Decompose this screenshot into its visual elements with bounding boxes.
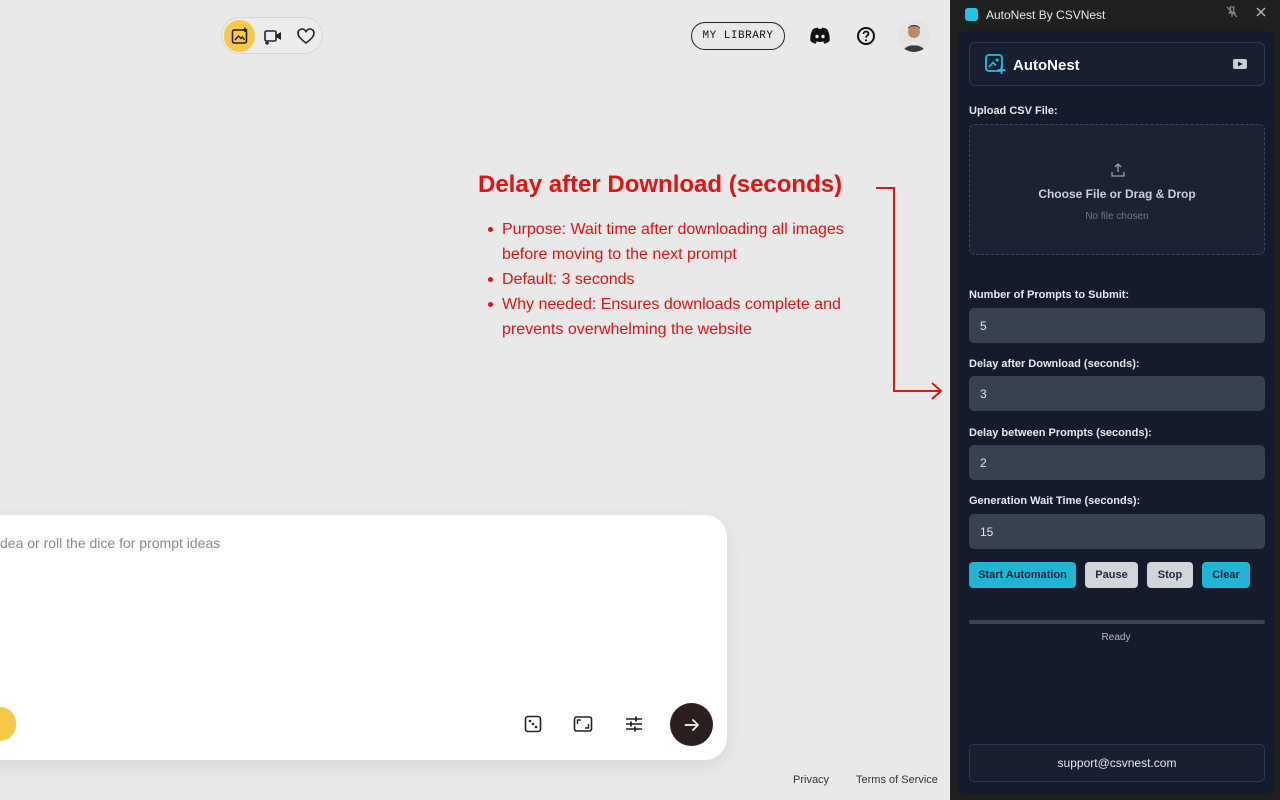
image-mode-button[interactable] — [224, 19, 256, 52]
youtube-button[interactable] — [1233, 59, 1247, 69]
wait-time-input[interactable] — [969, 514, 1265, 549]
download-delay-input[interactable] — [969, 376, 1265, 411]
window-titlebar[interactable]: AutoNest By CSVNest — [950, 0, 1280, 30]
annotation-bullet: Purpose: Wait time after downloading all… — [486, 217, 876, 267]
extension-window: AutoNest By CSVNest AutoNest Upload CSV … — [950, 0, 1280, 800]
prompt-delay-label: Delay between Prompts (seconds): — [969, 427, 1152, 439]
aspect-ratio-button[interactable] — [572, 713, 594, 735]
wait-time-label: Generation Wait Time (seconds): — [969, 495, 1141, 507]
sliders-icon — [626, 716, 642, 732]
help-button[interactable] — [854, 24, 878, 48]
dice-icon — [524, 715, 542, 733]
pin-button[interactable] — [1226, 6, 1238, 21]
annotation-list: Purpose: Wait time after downloading all… — [486, 217, 876, 342]
app-logo-icon — [965, 8, 978, 21]
my-library-button[interactable]: MY LIBRARY — [691, 22, 785, 50]
discord-icon — [810, 27, 830, 44]
brand-name: AutoNest — [1013, 57, 1080, 74]
clear-button[interactable]: Clear — [1202, 562, 1250, 588]
user-avatar[interactable] — [898, 20, 930, 52]
mode-switcher — [221, 17, 323, 54]
close-icon — [1256, 7, 1266, 17]
video-spark-icon — [264, 29, 281, 45]
help-icon — [857, 27, 875, 45]
annotation-bullet: Default: 3 seconds — [486, 267, 876, 292]
upload-icon — [1111, 163, 1125, 177]
download-delay-label: Delay after Download (seconds): — [969, 358, 1140, 370]
send-button[interactable] — [670, 703, 713, 746]
start-automation-button[interactable]: Start Automation — [969, 562, 1076, 588]
prompt-delay-input[interactable] — [969, 445, 1265, 480]
image-spark-icon — [231, 27, 247, 44]
pause-button[interactable]: Pause — [1085, 562, 1138, 588]
stop-button[interactable]: Stop — [1147, 562, 1193, 588]
annotation-bullet: Why needed: Ensures downloads complete a… — [486, 292, 876, 342]
annotation-title: Delay after Download (seconds) — [478, 171, 843, 198]
window-title: AutoNest By CSVNest — [986, 8, 1106, 22]
video-mode-button[interactable] — [257, 20, 288, 52]
close-button[interactable] — [1255, 5, 1267, 21]
aspect-ratio-icon — [573, 716, 593, 732]
prompts-count-input[interactable] — [969, 308, 1265, 343]
discord-button[interactable] — [808, 24, 832, 48]
brand-header: AutoNest — [969, 42, 1265, 86]
heart-icon — [297, 27, 316, 44]
unpin-icon — [1226, 6, 1238, 18]
dropzone-text: Choose File or Drag & Drop — [1038, 187, 1196, 201]
youtube-icon — [1238, 61, 1243, 67]
web-app: MY LIBRARY Delay after Download (seconds… — [0, 0, 950, 800]
dice-button[interactable] — [522, 713, 544, 735]
arrow-right-icon — [684, 718, 699, 731]
privacy-link[interactable]: Privacy — [793, 774, 829, 786]
avatar-image — [898, 20, 930, 52]
settings-button[interactable] — [623, 713, 645, 735]
terms-link[interactable]: Terms of Service — [856, 774, 938, 786]
prompts-count-label: Number of Prompts to Submit: — [969, 289, 1130, 301]
prompt-input[interactable]: dea or roll the dice for prompt ideas — [0, 535, 220, 551]
prompt-card: dea or roll the dice for prompt ideas — [0, 515, 727, 760]
status-text: Ready — [1101, 632, 1131, 643]
file-status: No file chosen — [1085, 211, 1149, 222]
autonest-logo-icon — [985, 54, 1006, 74]
extension-body: AutoNest Upload CSV File: Choose File or… — [958, 31, 1274, 794]
csv-dropzone[interactable]: Choose File or Drag & Drop No file chose… — [969, 124, 1265, 255]
support-email[interactable]: support@csvnest.com — [969, 744, 1265, 782]
progress-bar — [969, 620, 1265, 624]
upload-label: Upload CSV File: — [969, 105, 1058, 117]
favorites-button[interactable] — [291, 20, 322, 52]
